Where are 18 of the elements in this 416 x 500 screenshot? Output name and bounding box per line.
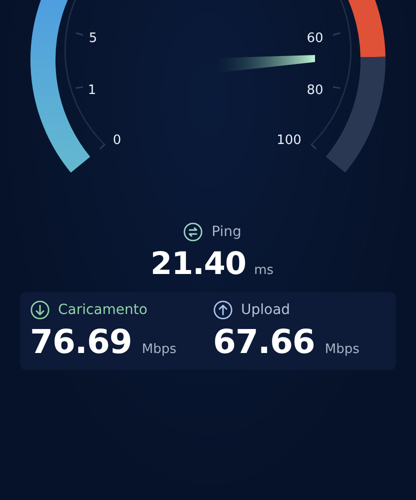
- ping-value: 21.40: [150, 246, 246, 282]
- tick-label: 60: [306, 31, 324, 46]
- tick-label: 0: [112, 133, 122, 148]
- swap-arrows-icon: [182, 222, 203, 242]
- result-label: Caricamento: [58, 302, 148, 318]
- tick-label: 1: [88, 83, 96, 98]
- tick-label: 80: [306, 83, 324, 98]
- tick-label: 100: [276, 133, 302, 148]
- unit-label: ms: [254, 263, 274, 278]
- result-label: Upload: [241, 302, 290, 318]
- upload-icon: [213, 300, 233, 320]
- download-icon: [30, 300, 50, 320]
- speed-value: 76.69: [30, 322, 132, 361]
- unit-label: Mbps: [142, 342, 176, 357]
- speed-value: 67.66: [213, 322, 315, 361]
- tick-label: 5: [88, 31, 98, 46]
- unit-label: Mbps: [324, 342, 360, 357]
- ping-label: Ping: [212, 224, 242, 240]
